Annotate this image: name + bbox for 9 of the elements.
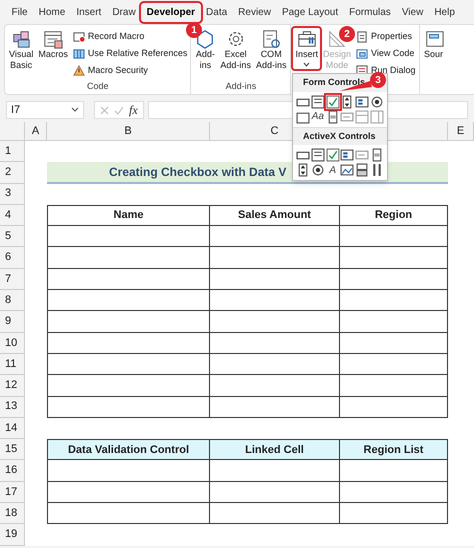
column-heading: Name: [47, 204, 210, 226]
column-heading: Region List: [340, 439, 448, 460]
column-heading: Sales Amount: [210, 204, 340, 226]
group-label: Code: [86, 80, 108, 93]
column-heading: Linked Cell: [210, 439, 340, 460]
menu-section-title: Form Controls: [303, 77, 365, 87]
column-heading: Data Validation Control: [47, 439, 210, 460]
column-heading: Region: [340, 204, 448, 226]
group-label: Add-ins: [226, 80, 256, 93]
